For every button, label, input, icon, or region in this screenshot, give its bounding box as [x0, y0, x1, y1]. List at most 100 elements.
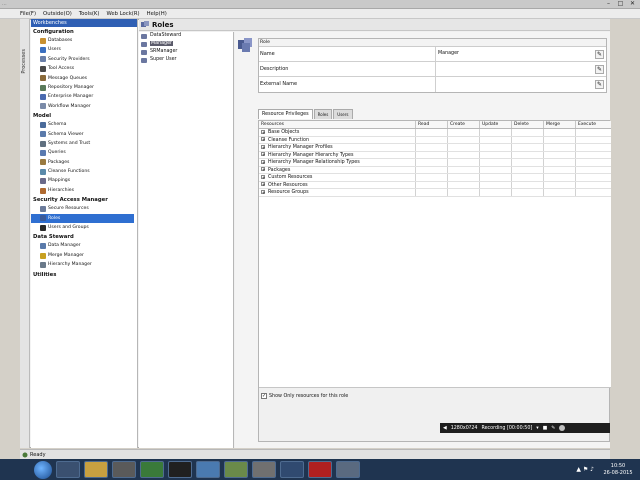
- expand-icon[interactable]: +: [261, 174, 265, 179]
- menu-help[interactable]: Help(H): [147, 11, 167, 17]
- clock[interactable]: 10:50 26-08-2015: [600, 463, 636, 477]
- edit-external-name-button[interactable]: ✎: [595, 80, 604, 89]
- tab-resource-privileges[interactable]: Resource Privileges: [258, 109, 313, 119]
- nav-item-schema[interactable]: Schema: [31, 120, 137, 129]
- browser-icon[interactable]: [280, 461, 304, 478]
- section-data-steward[interactable]: Data Steward: [31, 234, 137, 241]
- ie-icon[interactable]: [56, 461, 80, 478]
- column-resources[interactable]: Resources: [259, 121, 416, 128]
- expand-icon[interactable]: +: [261, 189, 265, 194]
- recorder-status: Recording [00:00:50]: [481, 425, 533, 431]
- role-item-datasteward[interactable]: DataSteward: [139, 32, 233, 40]
- terminal-icon[interactable]: [168, 461, 192, 478]
- table-row[interactable]: + Resource Groups: [259, 189, 611, 197]
- table-row[interactable]: + Base Objects: [259, 129, 611, 137]
- column-read[interactable]: Read: [416, 121, 448, 128]
- expand-icon[interactable]: +: [261, 182, 265, 187]
- section-model[interactable]: Model: [31, 113, 137, 120]
- hub-console-icon[interactable]: [224, 461, 248, 478]
- table-row[interactable]: + Hierarchy Manager Relationship Types: [259, 159, 611, 167]
- nav-item-cleanse-functions[interactable]: Cleanse Functions: [31, 167, 137, 176]
- nav-item-users[interactable]: Users: [31, 45, 137, 54]
- nav-item-databases[interactable]: Databases: [31, 36, 137, 45]
- nav-item-message-queues[interactable]: Message Queues: [31, 74, 137, 83]
- minimize-button[interactable]: –: [603, 0, 614, 8]
- column-update[interactable]: Update: [480, 121, 512, 128]
- nav-item-workflow-manager[interactable]: Workflow Manager: [31, 102, 137, 111]
- table-row[interactable]: + Cleanse Function: [259, 136, 611, 144]
- status-bar: Ready: [20, 449, 610, 459]
- nav-item-security-providers[interactable]: Security Providers: [31, 55, 137, 64]
- column-merge[interactable]: Merge: [544, 121, 576, 128]
- recorder-pen-icon[interactable]: ✎: [551, 426, 555, 431]
- nav-item-users-and-groups[interactable]: Users and Groups: [31, 223, 137, 232]
- show-only-resources-option[interactable]: ✓ Show Only resources for this role: [261, 393, 348, 399]
- nav-item-systems-and-trust[interactable]: Systems and Trust: [31, 139, 137, 148]
- expand-icon[interactable]: +: [261, 159, 265, 164]
- menu-file[interactable]: File(F): [20, 11, 36, 17]
- processes-bar[interactable]: Processes: [20, 19, 30, 448]
- nav-item-roles[interactable]: Roles: [31, 213, 134, 224]
- role-item-srmanager[interactable]: SRManager: [139, 48, 233, 56]
- recorder-resolution: 1280x0?24: [450, 425, 478, 431]
- recorder-dropdown-icon[interactable]: ▾: [536, 426, 538, 431]
- nav-item-enterprise-manager[interactable]: Enterprise Manager: [31, 92, 137, 101]
- nav-item-secure-resources[interactable]: Secure Resources: [31, 204, 137, 213]
- table-row[interactable]: + Custom Resources: [259, 174, 611, 182]
- nav-item-repository-manager[interactable]: Repository Manager: [31, 83, 137, 92]
- media-icon[interactable]: [112, 461, 136, 478]
- table-row[interactable]: + Hierarchy Manager Hierarchy Types: [259, 151, 611, 159]
- close-button[interactable]: ✕: [627, 0, 638, 8]
- role-item-super-user[interactable]: Super User: [139, 56, 233, 64]
- nav-item-schema-viewer[interactable]: Schema Viewer: [31, 130, 137, 139]
- app-icon[interactable]: [140, 461, 164, 478]
- tab-roles[interactable]: Roles: [313, 109, 333, 119]
- section-utilities[interactable]: Utilities: [31, 272, 137, 279]
- menu-outside[interactable]: Outside(O): [43, 11, 72, 17]
- show-only-checkbox[interactable]: ✓: [261, 393, 267, 399]
- recorder-camera-icon[interactable]: ■: [543, 426, 548, 431]
- table-row[interactable]: + Hierarchy Manager Profiles: [259, 144, 611, 152]
- record-icon[interactable]: [308, 461, 332, 478]
- menu-tools[interactable]: Tools(K): [79, 11, 100, 17]
- edit-name-button[interactable]: ✎: [595, 50, 604, 59]
- edit-description-button[interactable]: ✎: [595, 65, 604, 74]
- nav-item-mappings[interactable]: Mappings: [31, 176, 137, 185]
- expand-icon[interactable]: +: [261, 129, 265, 134]
- column-delete[interactable]: Delete: [512, 121, 544, 128]
- menu-web-lock[interactable]: Web Lock(R): [106, 11, 139, 17]
- recorder-menu-icon[interactable]: ◀: [443, 426, 447, 431]
- nav-item-merge-manager[interactable]: Merge Manager: [31, 251, 137, 260]
- expand-icon[interactable]: +: [261, 137, 265, 142]
- column-create[interactable]: Create: [448, 121, 480, 128]
- expand-icon[interactable]: +: [261, 144, 265, 149]
- table-row[interactable]: + Other Resources: [259, 181, 611, 189]
- section-security-access-manager[interactable]: Security Access Manager: [31, 197, 137, 204]
- section-configuration[interactable]: Configuration: [31, 29, 137, 36]
- start-button[interactable]: [34, 460, 52, 479]
- nav-item-hierarchies[interactable]: Hierarchies: [31, 186, 137, 195]
- expand-icon[interactable]: +: [261, 167, 265, 172]
- external-name-value: [435, 77, 595, 92]
- nav-item-data-manager[interactable]: Data Manager: [31, 241, 137, 250]
- role-item-manager[interactable]: Manager: [139, 40, 233, 48]
- nav-item-packages[interactable]: Packages: [31, 158, 137, 167]
- database-icon: [40, 37, 46, 44]
- tab-users[interactable]: Users: [333, 109, 353, 119]
- maximize-button[interactable]: □: [615, 0, 626, 8]
- expand-icon[interactable]: +: [261, 152, 265, 157]
- column-execute[interactable]: Execute: [576, 121, 610, 128]
- network-icon[interactable]: [196, 461, 220, 478]
- recorder-stop-icon[interactable]: [559, 425, 566, 431]
- repository-icon: [40, 84, 46, 91]
- taskbar: ▲ ⚑ ♪ 10:50 26-08-2015: [0, 459, 640, 480]
- explorer-icon[interactable]: [84, 461, 108, 478]
- nav-item-queries[interactable]: Queries: [31, 148, 137, 157]
- table-row[interactable]: + Packages: [259, 166, 611, 174]
- enterprise-icon: [40, 94, 46, 101]
- tray-icons[interactable]: ▲ ⚑ ♪: [576, 466, 594, 473]
- monitor-icon[interactable]: [336, 461, 360, 478]
- tool-window-icon[interactable]: [252, 461, 276, 478]
- nav-item-hierarchy-manager[interactable]: Hierarchy Manager: [31, 260, 137, 269]
- nav-item-tool-access[interactable]: Tool Access: [31, 64, 137, 73]
